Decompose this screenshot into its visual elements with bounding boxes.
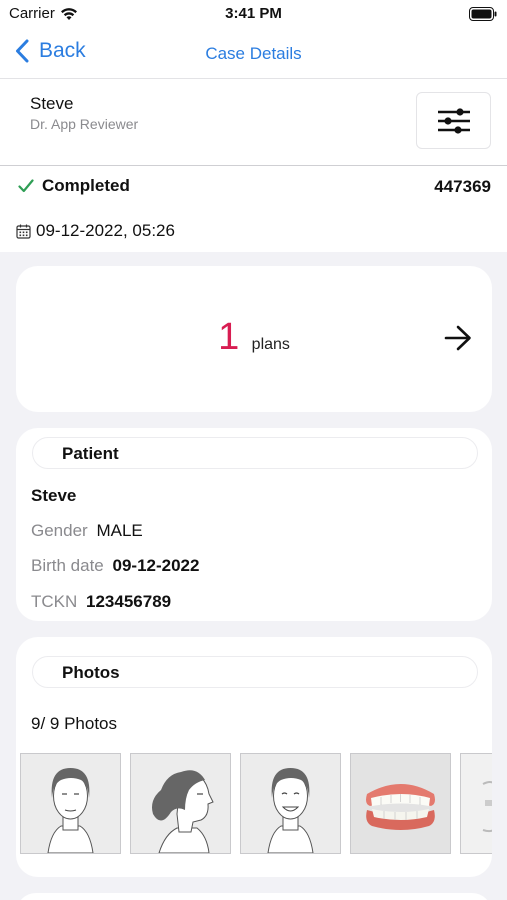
face-profile-icon: [131, 754, 230, 853]
sliders-icon: [437, 107, 470, 134]
case-date: 09-12-2022, 05:26: [16, 221, 175, 241]
battery-icon: [469, 7, 497, 21]
tckn-value: 123456789: [86, 592, 172, 611]
patient-card: Patient Steve Gender MALE Birth date 09-…: [16, 428, 492, 621]
plans-count: 1: [218, 316, 240, 358]
status-label: Completed: [42, 176, 130, 195]
plans-summary: 1 plans: [16, 316, 492, 359]
birth-date-value: 09-12-2022: [112, 556, 200, 575]
photo-thumbnail[interactable]: [460, 753, 492, 854]
tckn-label: TCKN: [31, 592, 78, 611]
teeth-icon: [351, 754, 450, 853]
photos-count: 9/ 9 Photos: [31, 714, 118, 733]
patient-name: Steve: [31, 486, 77, 505]
status-completed: Completed: [18, 176, 130, 196]
face-front-icon: [21, 754, 120, 853]
intraoral-icon: [461, 754, 492, 853]
patient-section-header: Patient: [32, 437, 478, 469]
patient-birth-row: Birth date 09-12-2022: [31, 556, 199, 576]
arrow-right-icon[interactable]: [444, 325, 472, 351]
photo-thumbnails[interactable]: [20, 753, 492, 855]
date-text: 09-12-2022, 05:26: [36, 221, 175, 240]
case-status-row: Completed 447369 09-12-2022, 05:26: [0, 166, 507, 252]
status-bar: Carrier 3:41 PM: [0, 0, 507, 30]
photo-thumbnail[interactable]: [20, 753, 121, 854]
calendar-icon: [16, 224, 31, 239]
user-header: Steve Dr. App Reviewer: [0, 79, 507, 166]
patient-gender-row: Gender MALE: [31, 521, 143, 541]
plans-card[interactable]: 1 plans: [16, 266, 492, 412]
gender-label: Gender: [31, 521, 88, 540]
gender-value: MALE: [96, 521, 143, 540]
navigation-bar: Back Case Details: [0, 30, 507, 79]
patient-tckn-row: TCKN 123456789: [31, 592, 171, 612]
face-smile-icon: [241, 754, 340, 853]
birth-date-label: Birth date: [31, 556, 104, 575]
patient-section-title: Patient: [62, 444, 119, 463]
page-title: Case Details: [205, 44, 302, 63]
user-subtitle: Dr. App Reviewer: [30, 116, 139, 132]
filter-button[interactable]: [416, 92, 491, 149]
plans-label: plans: [251, 336, 290, 353]
photo-thumbnail[interactable]: [240, 753, 341, 854]
next-section-card: [16, 893, 492, 900]
photo-thumbnail[interactable]: [350, 753, 451, 854]
photos-card: Photos 9/ 9 Photos: [16, 637, 492, 877]
clock: 3:41 PM: [225, 5, 282, 22]
case-id: 447369: [434, 177, 491, 196]
user-name: Steve: [30, 94, 74, 113]
photos-section-title: Photos: [62, 663, 120, 682]
photos-section-header: Photos: [32, 656, 478, 688]
checkmark-icon: [18, 179, 34, 193]
photo-thumbnail[interactable]: [130, 753, 231, 854]
